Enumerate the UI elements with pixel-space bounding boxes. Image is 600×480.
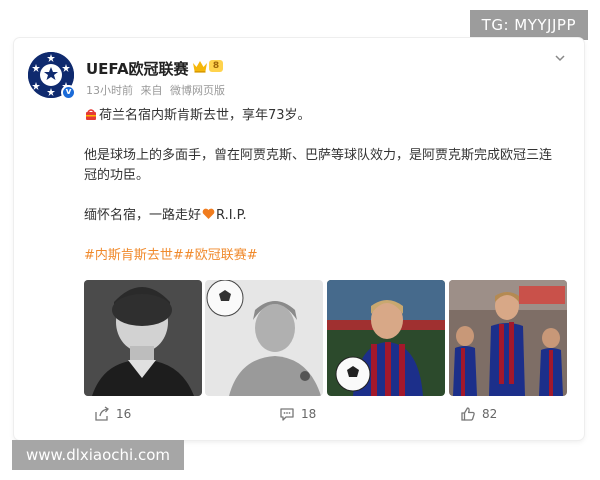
weibo-post-card: v UEFA欧冠联赛 8 13小时前 来自 微博网页版 荷兰名宿内斯肯斯去世，享… [14,38,584,440]
like-button[interactable]: 82 [460,406,497,422]
repost-button[interactable]: 16 [94,406,131,422]
chevron-down-icon[interactable] [554,52,566,64]
tribute-text: 缅怀名宿，一路走好 [84,208,202,223]
watermark-bottom: www.dlxiaochi.com [12,440,185,470]
photo-3[interactable] [327,280,445,396]
action-bar: 16 18 82 [14,400,584,430]
headline-text: 荷兰名宿内斯肯斯去世，享年73岁。 [99,108,311,123]
repost-icon [95,406,109,421]
photo-1[interactable] [84,280,202,396]
post-text-line-2: 他是球场上的多面手，曾在阿贾克斯、巴萨等球队效力，是阿贾克斯完成欧冠三连冠的功臣… [84,148,553,183]
comment-button[interactable]: 18 [279,406,316,422]
post-source-prefix: 来自 [140,84,163,97]
rip-text: R.I.P. [216,208,247,223]
post-source[interactable]: 微博网页版 [170,84,225,97]
like-icon [461,407,475,421]
comment-count: 18 [301,407,317,421]
hashtags: #内斯肯斯去世##欧冠联赛# [84,246,564,266]
photo-2[interactable] [205,280,323,396]
author-name[interactable]: UEFA欧冠联赛 [86,58,189,79]
hashtag-neeskens[interactable]: #内斯肯斯去世# [84,248,184,263]
watermark-top: TG: MYYJJPP [469,10,588,40]
post-text-line-3: 缅怀名宿，一路走好 R.I.P. [84,206,564,226]
pin-icon [86,109,96,120]
post-time: 13小时前 [86,84,133,97]
level-badge: 8 [209,60,223,72]
hashtag-ucl[interactable]: #欧冠联赛# [184,248,258,263]
post-meta: 13小时前 来自 微博网页版 [86,82,229,98]
photo-4[interactable] [449,280,567,396]
comment-icon [280,408,294,421]
photo-grid [84,280,567,396]
verified-icon: v [61,85,76,100]
heart-icon [202,208,215,219]
crown-icon [193,61,207,73]
like-count: 82 [482,407,498,421]
repost-count: 16 [116,407,132,421]
post-text-line-1: 荷兰名宿内斯肯斯去世，享年73岁。 [84,106,564,126]
